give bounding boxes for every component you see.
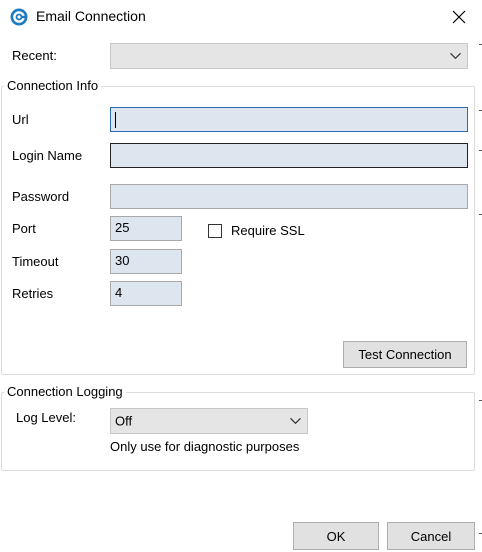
recent-dropdown[interactable] [110, 43, 468, 69]
connection-logging-legend: Connection Logging [4, 384, 126, 399]
login-name-field[interactable] [110, 143, 468, 168]
login-name-label: Login Name [12, 148, 83, 163]
close-icon [452, 10, 466, 24]
chevron-down-icon [450, 52, 461, 60]
timeout-field[interactable]: 30 [110, 249, 182, 274]
text-caret [115, 112, 116, 128]
require-ssl-checkbox[interactable] [208, 224, 222, 238]
require-ssl-label[interactable]: Require SSL [231, 223, 305, 238]
password-label: Password [12, 189, 70, 204]
log-level-dropdown[interactable]: Off [110, 408, 308, 434]
url-label: Url [12, 112, 29, 127]
cancel-button[interactable]: Cancel [387, 522, 475, 550]
log-level-value: Off [115, 413, 133, 429]
port-label: Port [12, 221, 36, 236]
timeout-label: Timeout [12, 254, 59, 269]
recent-label: Recent: [12, 48, 57, 63]
close-button[interactable] [444, 4, 474, 30]
background-window-edge [478, 0, 482, 552]
test-connection-button[interactable]: Test Connection [343, 341, 467, 368]
chevron-down-icon [290, 417, 301, 425]
app-logo-icon [10, 8, 28, 26]
connection-info-legend: Connection Info [4, 78, 102, 93]
window-title: Email Connection [36, 8, 146, 24]
log-level-label: Log Level: [16, 410, 76, 425]
title-bar: Email Connection [0, 0, 482, 34]
retries-value: 4 [115, 285, 123, 300]
retries-field[interactable]: 4 [110, 281, 182, 306]
url-field[interactable] [110, 107, 468, 132]
ok-button[interactable]: OK [293, 522, 379, 550]
email-connection-dialog: Email Connection Recent: Connection Info… [0, 0, 482, 552]
timeout-value: 30 [115, 253, 130, 268]
retries-label: Retries [12, 286, 54, 301]
port-field[interactable]: 25 [110, 216, 182, 241]
password-field[interactable] [110, 184, 468, 209]
diagnostic-hint: Only use for diagnostic purposes [110, 439, 300, 454]
port-value: 25 [115, 220, 130, 235]
